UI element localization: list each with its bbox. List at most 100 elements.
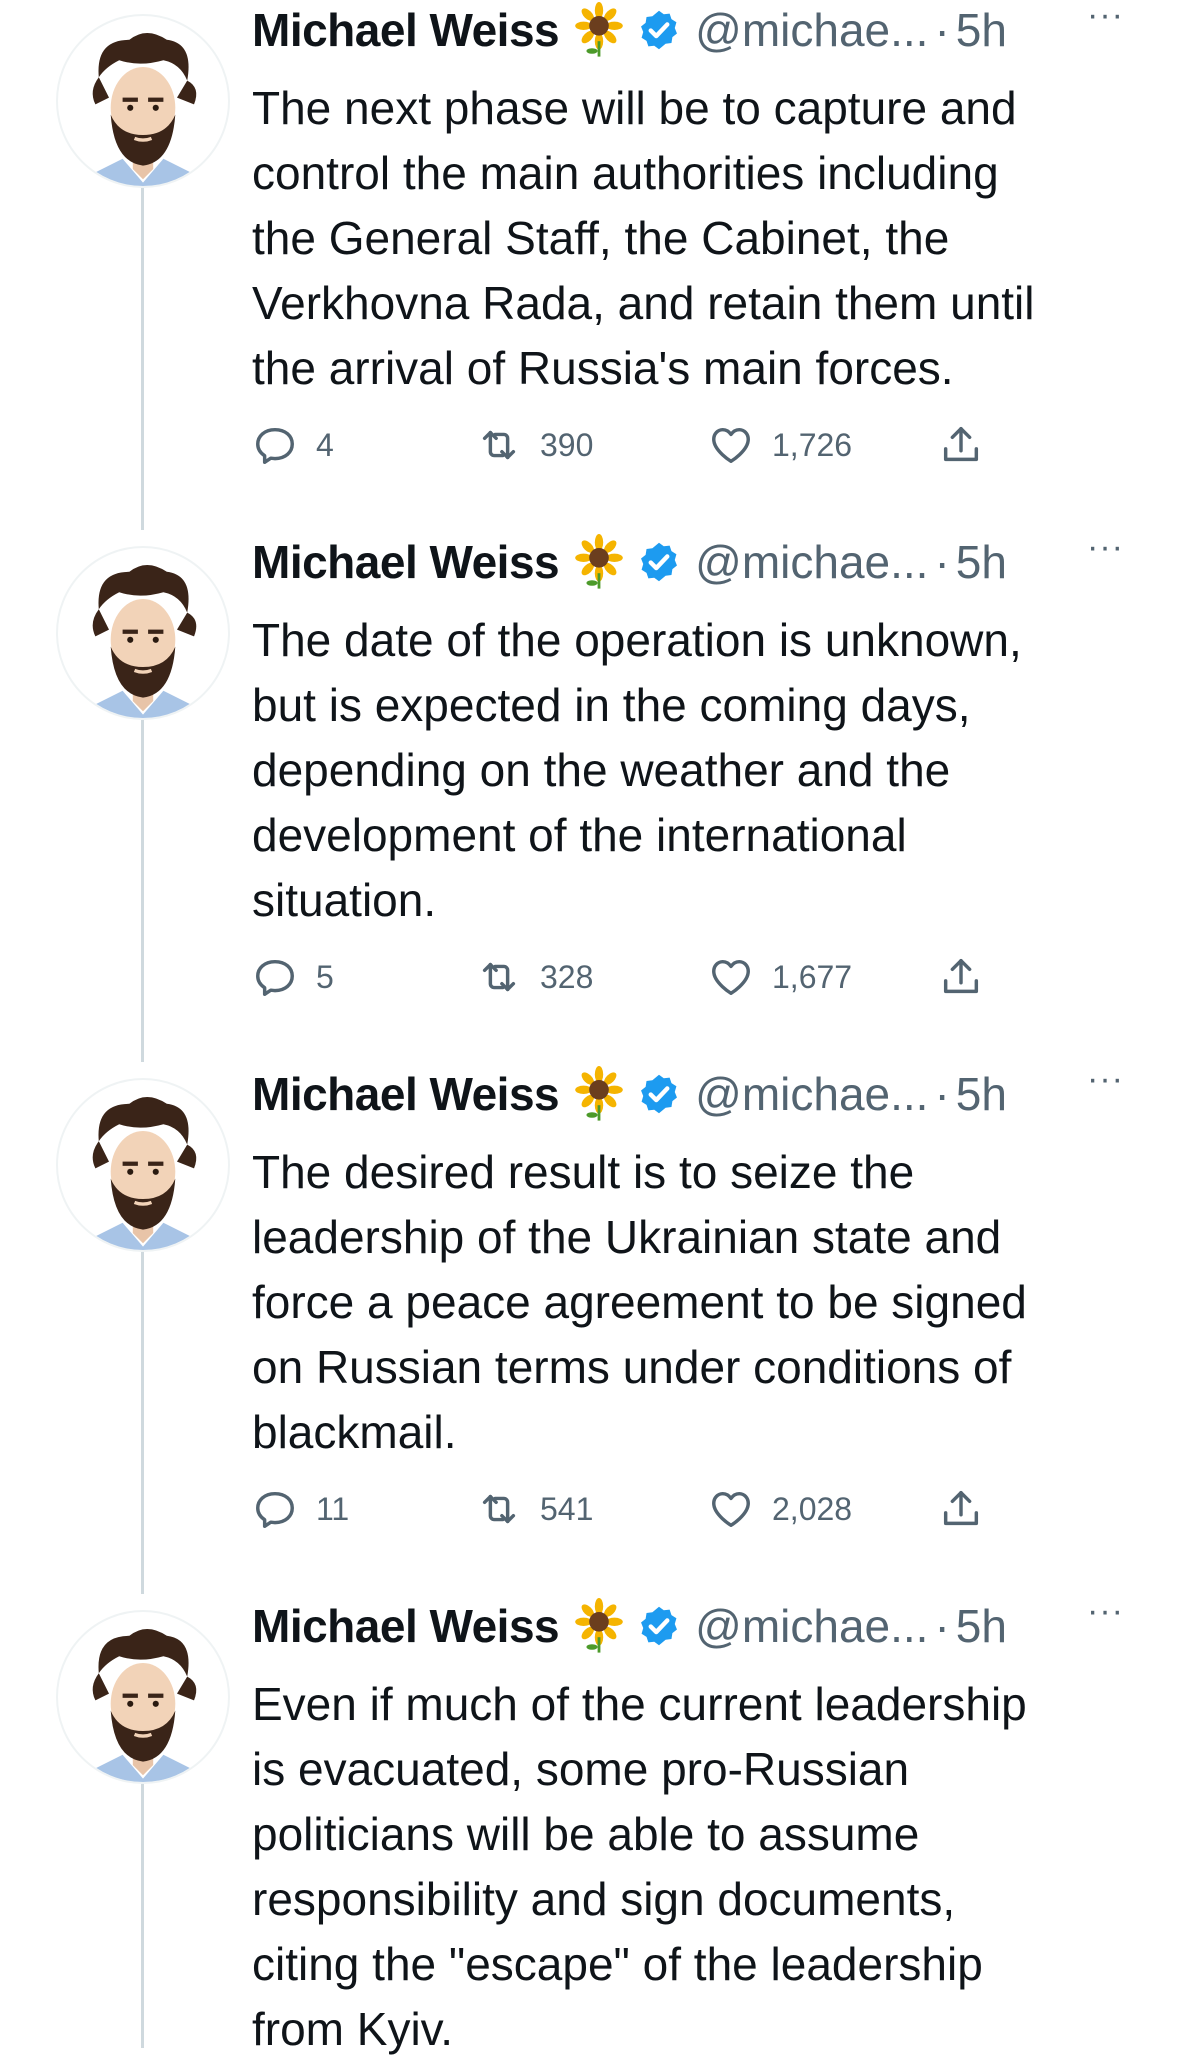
more-options-icon[interactable]: ···: [1087, 0, 1124, 35]
author-handle[interactable]: @michae...: [695, 1067, 928, 1121]
tweet-text-line: The desired result is to seize the: [252, 1146, 915, 1198]
sunflower-emoji-icon: [571, 1598, 627, 1654]
heart-icon: [712, 959, 750, 996]
thread-connector-line: [141, 188, 144, 530]
tweet-text-line: responsibility and sign documents,: [252, 1873, 956, 1925]
share-button[interactable]: [938, 952, 984, 1002]
share-button[interactable]: [938, 1484, 984, 1534]
retweet-button[interactable]: 541: [476, 1484, 593, 1534]
avatar[interactable]: [56, 14, 230, 188]
tweet-text-line: but is expected in the coming days,: [252, 679, 971, 731]
author-name[interactable]: Michael Weiss: [252, 535, 560, 589]
retweet-button[interactable]: 390: [476, 420, 593, 470]
sunflower-emoji-icon: [571, 534, 627, 590]
retweet-count: 328: [540, 958, 594, 995]
tweet-text-line: leadership of the Ukrainian state and: [252, 1211, 1002, 1263]
avatar-illustration: [92, 1097, 197, 1250]
avatar-illustration: [92, 33, 197, 186]
heart-icon: [712, 427, 750, 464]
tweet-actions: 4 390 1,726: [252, 420, 1012, 470]
separator-dot: ·: [934, 1600, 950, 1652]
tweet-actions: 11 541 2,028: [252, 1484, 1012, 1534]
share-icon: [943, 426, 979, 462]
reply-count: 5: [316, 958, 334, 995]
tweet-text-line: situation.: [252, 874, 437, 926]
thread-connector-line: [141, 720, 144, 1062]
avatar[interactable]: [56, 1610, 230, 1784]
tweet-text-line: politicians will be able to assume: [252, 1808, 920, 1860]
tweet-text-line: the arrival of Russia's main forces.: [252, 342, 954, 394]
tweet-text: The date of the operation is unknown, bu…: [252, 608, 1152, 933]
like-count: 2,028: [772, 1490, 853, 1527]
retweet-icon: [482, 430, 516, 460]
tweet-text-line: blackmail.: [252, 1406, 457, 1458]
tweet-text-line: Verkhovna Rada, and retain them until: [252, 277, 1035, 329]
thread-connector-line: [141, 1252, 144, 1594]
tweet-text-line: The date of the operation is unknown,: [252, 614, 1022, 666]
tweet-timestamp[interactable]: 5h: [956, 535, 1007, 589]
author-name[interactable]: Michael Weiss: [252, 1067, 560, 1121]
share-button[interactable]: [938, 420, 984, 470]
reply-button[interactable]: 5: [252, 952, 334, 1002]
like-button[interactable]: 1,677: [708, 952, 852, 1002]
more-options-icon[interactable]: ···: [1087, 528, 1124, 567]
avatar-illustration: [92, 1629, 197, 1782]
verified-badge-icon: [637, 8, 681, 52]
tweet-text-line: depending on the weather and the: [252, 744, 951, 796]
retweet-icon: [482, 962, 516, 992]
tweet-text-line: The next phase will be to capture and: [252, 82, 1017, 134]
tweet-text-line: force a peace agreement to be signed: [252, 1276, 1027, 1328]
separator-dot: ·: [934, 536, 950, 588]
reply-button[interactable]: 11: [252, 1484, 349, 1534]
tweet-text: The desired result is to seize the leade…: [252, 1140, 1152, 1465]
reply-icon: [256, 959, 294, 996]
reply-count: 11: [316, 1490, 350, 1527]
like-count: 1,726: [772, 426, 853, 463]
tweet-text-line: the General Staff, the Cabinet, the: [252, 212, 950, 264]
tweet-actions: 5 328 1,677: [252, 952, 1012, 1002]
verified-badge-icon: [637, 1072, 681, 1116]
retweet-button[interactable]: 328: [476, 952, 593, 1002]
tweet-text-line: control the main authorities including: [252, 147, 999, 199]
tweet-timestamp[interactable]: 5h: [956, 1599, 1007, 1653]
heart-icon: [712, 1491, 750, 1528]
reply-count: 4: [316, 426, 334, 463]
tweet-text-line: is evacuated, some pro-Russian: [252, 1743, 910, 1795]
avatar-illustration: [92, 565, 197, 718]
tweet-text-line: from Kyiv.: [252, 2003, 454, 2055]
tweet-text-line: Even if much of the current leadership: [252, 1678, 1027, 1730]
tweet-timestamp[interactable]: 5h: [956, 3, 1007, 57]
like-count: 1,677: [772, 958, 853, 995]
tweet-text-line: development of the international: [252, 809, 907, 861]
avatar[interactable]: [56, 1078, 230, 1252]
thread-connector-line: [141, 1784, 144, 2048]
author-handle[interactable]: @michae...: [695, 1599, 928, 1653]
more-options-icon[interactable]: ···: [1087, 1592, 1124, 1631]
like-button[interactable]: 2,028: [708, 1484, 852, 1534]
author-name[interactable]: Michael Weiss: [252, 1599, 560, 1653]
more-options-icon[interactable]: ···: [1087, 1060, 1124, 1099]
tweet-text-line: citing the "escape" of the leadership: [252, 1938, 983, 1990]
tweet-text: The next phase will be to capture and co…: [252, 76, 1152, 401]
reply-button[interactable]: 4: [252, 420, 334, 470]
separator-dot: ·: [934, 1068, 950, 1120]
reply-icon: [256, 1491, 294, 1528]
tweet-text: Even if much of the current leadership i…: [252, 1672, 1152, 2062]
retweet-icon: [482, 1494, 516, 1524]
sunflower-emoji-icon: [571, 1066, 627, 1122]
verified-badge-icon: [637, 540, 681, 584]
separator-dot: ·: [934, 4, 950, 56]
like-button[interactable]: 1,726: [708, 420, 852, 470]
tweet-text-line: on Russian terms under conditions of: [252, 1341, 1012, 1393]
author-handle[interactable]: @michae...: [695, 535, 928, 589]
reply-icon: [256, 427, 294, 464]
retweet-count: 541: [540, 1490, 594, 1527]
sunflower-emoji-icon: [571, 2, 627, 58]
share-icon: [943, 958, 979, 994]
avatar[interactable]: [56, 546, 230, 720]
tweet-timestamp[interactable]: 5h: [956, 1067, 1007, 1121]
author-name[interactable]: Michael Weiss: [252, 3, 560, 57]
author-handle[interactable]: @michae...: [695, 3, 928, 57]
share-icon: [943, 1490, 979, 1526]
retweet-count: 390: [540, 426, 594, 463]
